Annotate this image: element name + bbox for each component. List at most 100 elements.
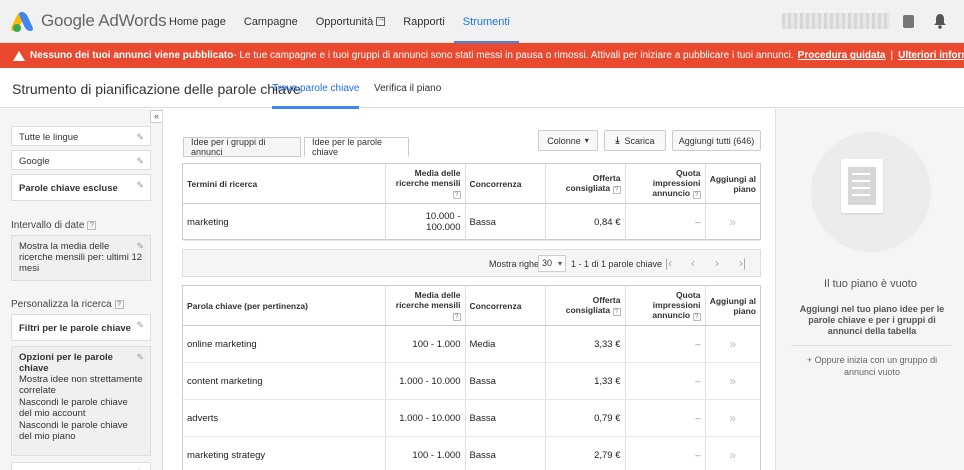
columns-button[interactable]: Colonne ▾ [538, 130, 598, 151]
keyword-options-title: Opzioni per le parole chiave [19, 352, 113, 374]
logo-text: Google AdWords [41, 11, 167, 30]
add-to-plan-button[interactable]: » [705, 399, 760, 437]
help-icon[interactable]: ? [612, 186, 621, 194]
more-info-link[interactable]: Ulteriori informazioni [898, 50, 964, 61]
edit-pencil-icon[interactable]: ✎ [136, 132, 144, 143]
negative-keywords[interactable]: Parole chiave escluse ✎ [11, 174, 151, 201]
keyword-ideas-table: Parola chiave (per pertinenza) Media del… [183, 286, 760, 470]
edit-pencil-icon[interactable]: ✎ [136, 241, 144, 252]
impression-share-cell: – [625, 362, 706, 400]
table-row: marketing 10.000 - 100.000 Bassa 0,84 € … [183, 203, 760, 241]
network-value: Google [19, 156, 50, 167]
date-range-box[interactable]: Mostra la media delle ricerche mensili p… [11, 235, 151, 281]
network-targeting[interactable]: Google ✎ [11, 150, 151, 170]
keyword-cell: marketing strategy [183, 436, 386, 470]
help-icon[interactable]: ? [692, 313, 701, 321]
edit-pencil-icon[interactable]: ✎ [136, 352, 144, 363]
nav-opportunities[interactable]: Opportunità [307, 0, 394, 43]
keyword-options[interactable]: Opzioni per le parole chiave Mostra idee… [11, 346, 151, 456]
option-hide-account: Nascondi le parole chiave del mio accoun… [19, 397, 128, 419]
competition-cell: Bassa [465, 203, 546, 241]
keyword-filters[interactable]: Filtri per le parole chiave ✎ [11, 314, 151, 341]
competition-cell: Bassa [465, 399, 546, 437]
add-to-plan-button[interactable]: » [705, 362, 760, 400]
columns-label: Colonne [547, 135, 581, 146]
edit-pencil-icon[interactable]: ✎ [136, 320, 144, 331]
account-icon[interactable] [903, 15, 914, 28]
adwords-logo[interactable]: Google AdWords [9, 10, 167, 32]
page-range: 1 - 1 di 1 parole chiave [571, 259, 663, 269]
col-impression-share[interactable]: Quota impressioni annuncio ? [625, 164, 706, 204]
warning-icon [13, 50, 25, 61]
alert-text: - Le tue campagne e i tuoi gruppi di ann… [233, 50, 794, 61]
external-link-icon [376, 14, 386, 26]
option-hide-plan: Nascondi le parole chiave del mio piano [19, 420, 128, 442]
account-id-blurred[interactable] [782, 13, 890, 29]
edit-pencil-icon[interactable]: ✎ [136, 180, 144, 191]
plan-empty-description: Aggiungi nel tuo piano idee per le parol… [799, 304, 945, 336]
notifications-bell-icon[interactable] [933, 13, 947, 29]
date-range-label: Intervallo di date? [11, 220, 97, 231]
nav-campaigns[interactable]: Campagne [235, 0, 307, 43]
add-to-plan-button[interactable]: » [705, 203, 760, 241]
help-icon[interactable]: ? [114, 299, 124, 309]
tab-review-plan[interactable]: Verifica il piano [374, 68, 441, 108]
help-icon[interactable]: ? [452, 191, 461, 199]
keyword-filters-label: Filtri per le parole chiave [19, 323, 131, 334]
option-show-broad: Mostra idee non strettamente correlate [19, 374, 143, 396]
add-to-plan-button[interactable]: » [705, 436, 760, 470]
col-suggested-bid[interactable]: Offerta consigliata ? [545, 164, 626, 204]
date-range-text: Intervallo di date [11, 220, 85, 231]
alert-title: Nessuno dei tuoi annunci viene pubblicat… [30, 50, 234, 61]
nav-home[interactable]: Home page [160, 0, 235, 43]
start-empty-ad-group-link[interactable]: + Oppure inizia con un gruppo di annunci… [796, 354, 948, 378]
col-competition[interactable]: Concorrenza [465, 164, 546, 204]
guided-procedure-link[interactable]: Procedura guidata [798, 50, 886, 61]
keyword-ideas-table-wrap: Parola chiave (per pertinenza) Media del… [182, 285, 761, 470]
help-icon[interactable]: ? [87, 220, 97, 230]
collapse-sidebar-button[interactable]: « [150, 110, 162, 123]
help-icon[interactable]: ? [692, 191, 701, 199]
col-suggested-bid[interactable]: Offerta consigliata ? [545, 286, 626, 326]
competition-cell: Bassa [465, 362, 546, 400]
col-keyword[interactable]: Parola chiave (per pertinenza) [183, 286, 386, 326]
col-impression-share[interactable]: Quota impressioni annuncio ? [625, 286, 706, 326]
nav-tools[interactable]: Strumenti [453, 0, 519, 44]
col-avg-searches[interactable]: Media delle ricerche mensili ? [385, 286, 466, 326]
add-all-button[interactable]: Aggiungi tutti (646) [672, 130, 761, 151]
last-page-icon[interactable]: ›| [739, 256, 746, 270]
rows-select[interactable]: 30 [538, 255, 566, 272]
table-row: adverts 1.000 - 10.000 Bassa 0,79 € – » [183, 399, 760, 437]
nav-reports[interactable]: Rapporti [394, 0, 454, 43]
bid-cell: 3,33 € [545, 325, 626, 363]
targeting-sidebar: « Tutte le lingue ✎ Google ✎ Parole chia… [0, 109, 163, 470]
next-page-icon[interactable]: › [715, 256, 719, 270]
tab-ad-group-ideas[interactable]: Idee per i gruppi di annunci [183, 137, 301, 157]
table-row: content marketing 1.000 - 10.000 Bassa 1… [183, 362, 760, 400]
plan-divider [791, 345, 951, 346]
avg-searches-cell: 100 - 1.000 [385, 325, 466, 363]
tool-header: Strumento di pianificazione delle parole… [0, 68, 964, 109]
edit-pencil-icon[interactable]: ✎ [136, 156, 144, 167]
download-button[interactable]: ⤓ Scarica [604, 130, 666, 151]
col-search-term[interactable]: Termini di ricerca [183, 164, 386, 204]
col-add-to-plan: Aggiungi al piano [705, 164, 760, 204]
bid-cell: 1,33 € [545, 362, 626, 400]
language-value: Tutte le lingue [19, 132, 79, 143]
help-icon[interactable]: ? [452, 313, 461, 321]
avg-searches-cell: 1.000 - 10.000 [385, 362, 466, 400]
help-icon[interactable]: ? [612, 308, 621, 316]
prev-page-icon[interactable]: ‹ [691, 256, 695, 270]
plan-panel: Il tuo piano è vuoto Aggiungi nel tuo pi… [775, 109, 964, 470]
language-targeting[interactable]: Tutte le lingue ✎ [11, 126, 151, 146]
more-options-box[interactable]: ✎ [11, 462, 151, 470]
tab-find-keywords[interactable]: Trova parole chiave [272, 68, 360, 109]
col-competition[interactable]: Concorrenza [465, 286, 546, 326]
main-content: Idee per i gruppi di annunci Idee per le… [164, 109, 774, 470]
rows-label: Mostra righe: [489, 259, 542, 269]
first-page-icon[interactable]: |‹ [665, 256, 672, 270]
add-to-plan-button[interactable]: » [705, 325, 760, 363]
tab-keyword-ideas[interactable]: Idee per le parole chiave [304, 137, 409, 157]
col-avg-searches[interactable]: Media delle ricerche mensili ? [385, 164, 466, 204]
table-row: marketing strategy 100 - 1.000 Bassa 2,7… [183, 436, 760, 470]
